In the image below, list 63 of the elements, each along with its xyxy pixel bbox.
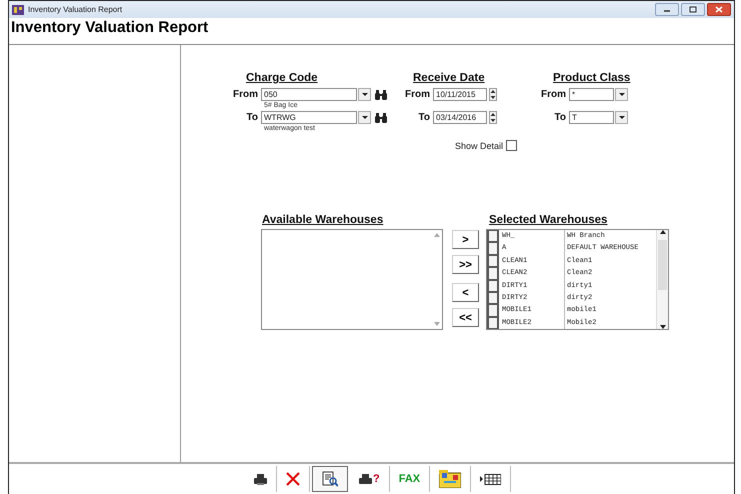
checkbox[interactable] bbox=[487, 267, 499, 280]
app-icon bbox=[12, 4, 24, 14]
transfer-button[interactable]: > bbox=[452, 230, 479, 249]
binoculars-icon[interactable] bbox=[375, 112, 387, 123]
checkbox-label: Show Detail bbox=[455, 140, 504, 150]
date-field[interactable]: 03/14/2016 bbox=[433, 111, 487, 124]
checkbox[interactable] bbox=[487, 280, 499, 292]
checkbox[interactable] bbox=[506, 140, 518, 151]
close-icon bbox=[286, 472, 300, 486]
close-icon bbox=[715, 6, 723, 13]
combo-box[interactable]: * bbox=[569, 88, 614, 101]
field-label: To bbox=[246, 112, 259, 123]
field-label: To bbox=[418, 112, 431, 123]
report-title: Inventory Valuation Report bbox=[11, 19, 208, 37]
combo-box[interactable]: T bbox=[569, 111, 614, 124]
preview-button[interactable] bbox=[312, 466, 348, 492]
caret-icon bbox=[618, 116, 624, 119]
checkbox[interactable] bbox=[487, 254, 499, 268]
section-heading: Selected Warehouses bbox=[489, 214, 608, 226]
caret-icon bbox=[618, 93, 624, 96]
section-heading: Product Class bbox=[553, 72, 630, 84]
dropdown-button[interactable] bbox=[615, 111, 628, 124]
printer-icon bbox=[359, 474, 372, 484]
print-query-button[interactable]: ? bbox=[350, 466, 390, 492]
printer-icon bbox=[254, 474, 267, 484]
combo-box[interactable]: WTRWG bbox=[261, 111, 357, 124]
section-heading: Receive Date bbox=[413, 72, 486, 84]
window-title: Inventory Valuation Report bbox=[28, 5, 122, 14]
spinner-icon[interactable] bbox=[489, 111, 497, 124]
scrollbar[interactable] bbox=[656, 230, 668, 329]
transfer-button[interactable]: < bbox=[452, 283, 479, 302]
maximize-icon bbox=[689, 6, 697, 13]
field-label: To bbox=[554, 112, 567, 123]
caret-icon bbox=[362, 93, 368, 96]
dropdown-button[interactable] bbox=[358, 88, 371, 101]
checkbox[interactable] bbox=[487, 292, 499, 304]
list-box[interactable] bbox=[261, 229, 443, 330]
date-field[interactable]: 10/11/2015 bbox=[433, 88, 487, 101]
checkbox[interactable] bbox=[487, 316, 499, 329]
spinner-icon[interactable] bbox=[489, 88, 497, 101]
maximize-button[interactable] bbox=[681, 3, 705, 16]
folder-icon bbox=[439, 470, 462, 488]
checkbox[interactable] bbox=[487, 230, 499, 242]
combo-box[interactable]: 050 bbox=[261, 88, 357, 101]
scroll-up-icon bbox=[434, 233, 440, 237]
dropdown-button[interactable] bbox=[358, 111, 371, 124]
field-label: From bbox=[232, 89, 259, 100]
scroll-down-icon bbox=[434, 322, 440, 326]
dropdown-button[interactable] bbox=[615, 88, 628, 101]
section-heading: Available Warehouses bbox=[262, 214, 384, 226]
checkbox[interactable] bbox=[487, 304, 499, 317]
section-heading: Charge Code bbox=[246, 72, 319, 84]
fax-button[interactable]: FAX bbox=[390, 466, 430, 492]
transfer-button[interactable]: << bbox=[452, 308, 479, 327]
preview-icon bbox=[322, 471, 338, 487]
transfer-button[interactable]: >> bbox=[452, 255, 479, 274]
checkbox[interactable] bbox=[487, 242, 499, 255]
caret-icon bbox=[362, 116, 368, 119]
binoculars-icon[interactable] bbox=[375, 89, 387, 100]
field-label: From bbox=[540, 89, 567, 100]
table-icon bbox=[480, 474, 502, 484]
field-label: From bbox=[404, 89, 431, 100]
close-button[interactable] bbox=[707, 3, 731, 16]
